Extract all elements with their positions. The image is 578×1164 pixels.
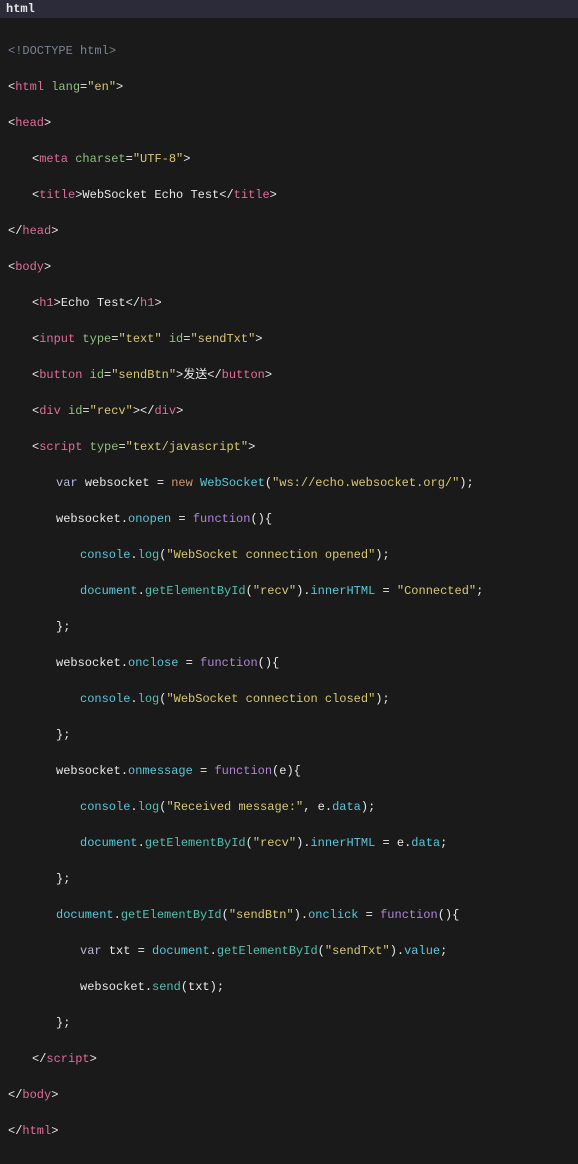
code-line: console.log("WebSocket connection opened… [8, 546, 570, 564]
code-line: }; [8, 1014, 570, 1032]
code-block: <!DOCTYPE html> <html lang="en"> <head> … [0, 18, 578, 1164]
code-line: <html lang="en"> [8, 78, 570, 96]
code-line: console.log("WebSocket connection closed… [8, 690, 570, 708]
code-line: <!DOCTYPE html> [8, 42, 570, 60]
code-line: </script> [8, 1050, 570, 1068]
code-line: </body> [8, 1086, 570, 1104]
code-line: <head> [8, 114, 570, 132]
code-line: <meta charset="UTF-8"> [8, 150, 570, 168]
code-line: var websocket = new WebSocket("ws://echo… [8, 474, 570, 492]
code-line: websocket.onclose = function(){ [8, 654, 570, 672]
code-line: </head> [8, 222, 570, 240]
file-label: html [6, 2, 35, 16]
code-line: <h1>Echo Test</h1> [8, 294, 570, 312]
code-line: }; [8, 618, 570, 636]
code-line: }; [8, 726, 570, 744]
code-line: websocket.send(txt); [8, 978, 570, 996]
code-line: <input type="text" id="sendTxt"> [8, 330, 570, 348]
code-line: <button id="sendBtn">发送</button> [8, 366, 570, 384]
file-header: html [0, 0, 578, 18]
code-line: document.getElementById("sendBtn").oncli… [8, 906, 570, 924]
code-line: }; [8, 870, 570, 888]
code-line: <script type="text/javascript"> [8, 438, 570, 456]
code-line: console.log("Received message:", e.data)… [8, 798, 570, 816]
code-line: document.getElementById("recv").innerHTM… [8, 582, 570, 600]
code-line: websocket.onmessage = function(e){ [8, 762, 570, 780]
code-line: websocket.onopen = function(){ [8, 510, 570, 528]
code-line: document.getElementById("recv").innerHTM… [8, 834, 570, 852]
code-line: <div id="recv"></div> [8, 402, 570, 420]
code-line: <title>WebSocket Echo Test</title> [8, 186, 570, 204]
code-line: </html> [8, 1122, 570, 1140]
code-line: <body> [8, 258, 570, 276]
code-line: var txt = document.getElementById("sendT… [8, 942, 570, 960]
